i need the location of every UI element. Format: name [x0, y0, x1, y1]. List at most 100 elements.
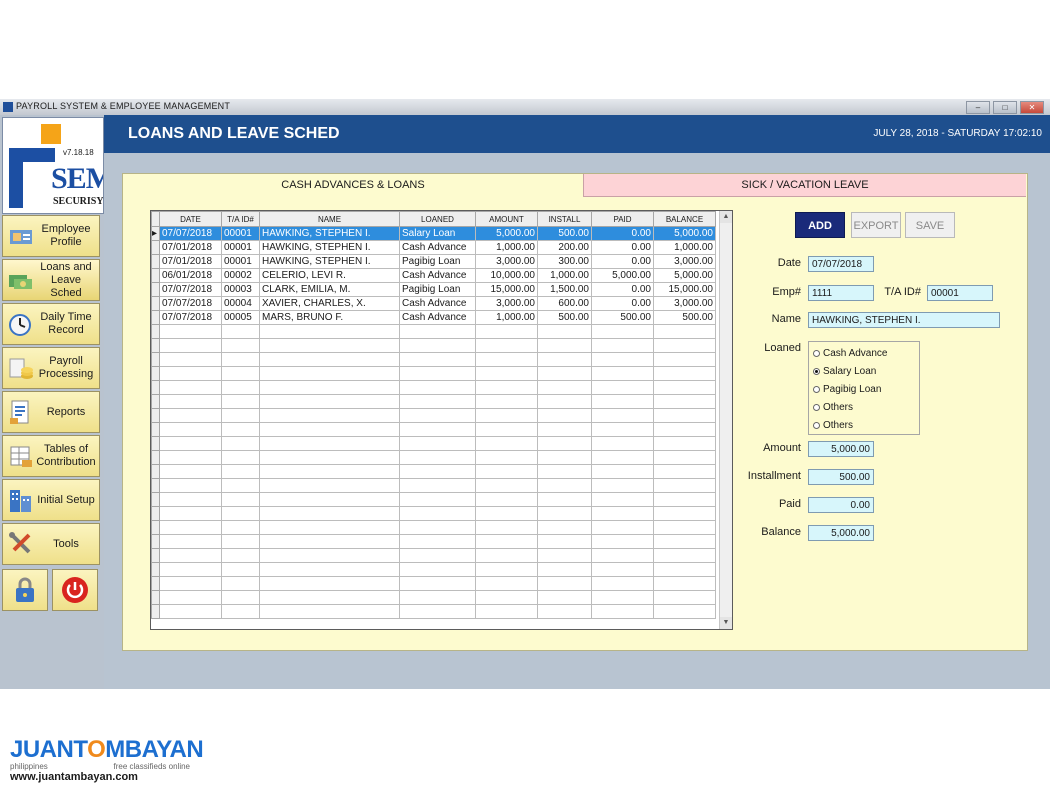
save-button[interactable]: SAVE: [905, 212, 955, 238]
table-row[interactable]: [151, 506, 716, 521]
column-header[interactable]: LOANED: [399, 211, 476, 227]
table-cell: [537, 520, 592, 535]
column-header[interactable]: AMOUNT: [475, 211, 538, 227]
date-field[interactable]: 07/07/2018: [808, 256, 874, 272]
radio-pagibig-loan[interactable]: Pagibig Loan: [813, 384, 881, 395]
sidebar-item-tools[interactable]: Tools: [2, 523, 100, 565]
add-button[interactable]: ADD: [795, 212, 845, 238]
sidebar-item-reports[interactable]: Reports: [2, 391, 100, 433]
table-row[interactable]: [151, 492, 716, 507]
table-row[interactable]: 07/07/2018 00004 XAVIER, CHARLES, X. Cash A…: [151, 296, 716, 311]
column-header[interactable]: NAME: [259, 211, 400, 227]
sidebar-item-employee-profile[interactable]: Employee Profile: [2, 215, 100, 257]
sidebar-item-initial-setup[interactable]: Initial Setup: [2, 479, 100, 521]
table-row[interactable]: [151, 380, 716, 395]
table-row[interactable]: 07/07/2018 00003 CLARK, EMILIA, M. Pagibig …: [151, 282, 716, 297]
name-field[interactable]: HAWKING, STEPHEN I.: [808, 312, 1000, 328]
table-cell: [221, 534, 260, 549]
radio-others-2[interactable]: Others: [813, 420, 853, 431]
table-cell: [399, 506, 476, 521]
table-row[interactable]: 07/01/2018 00001 HAWKING, STEPHEN I. Cash A…: [151, 240, 716, 255]
table-cell: [221, 324, 260, 339]
table-row[interactable]: [151, 338, 716, 353]
table-row[interactable]: [151, 366, 716, 381]
table-row[interactable]: [151, 562, 716, 577]
table-cell: [159, 590, 222, 605]
table-cell: [653, 436, 716, 451]
column-header[interactable]: PAID: [591, 211, 654, 227]
lock-button[interactable]: [2, 569, 48, 611]
table-cell: 5,000.00: [653, 226, 716, 241]
table-row[interactable]: [151, 534, 716, 549]
sidebar-item-loans[interactable]: Loans and Leave Sched: [2, 259, 100, 301]
table-cell: 07/07/2018: [159, 310, 222, 325]
row-indicator: [151, 268, 160, 283]
maximize-button[interactable]: □: [993, 101, 1017, 114]
column-header[interactable]: T/A ID#: [221, 211, 260, 227]
table-row[interactable]: [151, 590, 716, 605]
export-button[interactable]: EXPORT: [851, 212, 901, 238]
table-row[interactable]: ▸ 07/07/2018 00001 HAWKING, STEPHEN I. Salar…: [151, 226, 716, 241]
table-row[interactable]: [151, 352, 716, 367]
sidebar-item-tables-of-contribution[interactable]: Tables of Contribution: [2, 435, 100, 477]
table-cell: [259, 338, 400, 353]
scroll-down-icon[interactable]: ▼: [720, 617, 732, 629]
table-row[interactable]: [151, 478, 716, 493]
table-row[interactable]: [151, 422, 716, 437]
table-row[interactable]: [151, 324, 716, 339]
loans-grid[interactable]: DATE T/A ID# NAME LOANED AMOUNT INSTALL …: [150, 210, 733, 630]
table-row[interactable]: [151, 576, 716, 591]
column-header[interactable]: DATE: [159, 211, 222, 227]
table-cell: [159, 450, 222, 465]
installment-field[interactable]: 500.00: [808, 469, 874, 485]
radio-others-1[interactable]: Others: [813, 402, 853, 413]
tab-cash-advances-loans[interactable]: CASH ADVANCES & LOANS: [123, 174, 583, 196]
amount-field[interactable]: 5,000.00: [808, 441, 874, 457]
table-row[interactable]: [151, 394, 716, 409]
table-row[interactable]: [151, 520, 716, 535]
page-title: LOANS AND LEAVE SCHED: [128, 125, 340, 142]
paid-field[interactable]: 0.00: [808, 497, 874, 513]
column-header[interactable]: INSTALL: [537, 211, 592, 227]
grid-scrollbar[interactable]: ▲ ▼: [719, 211, 732, 629]
row-indicator: [151, 240, 160, 255]
table-cell: [591, 534, 654, 549]
table-cell: [221, 408, 260, 423]
table-row[interactable]: [151, 604, 716, 619]
minimize-button[interactable]: –: [966, 101, 990, 114]
app-icon: [3, 102, 13, 112]
table-cell: [537, 436, 592, 451]
table-cell: [399, 478, 476, 493]
sidebar-item-payroll-processing[interactable]: Payroll Processing: [2, 347, 100, 389]
table-row[interactable]: 07/01/2018 00001 HAWKING, STEPHEN I. Pagibi…: [151, 254, 716, 269]
table-row[interactable]: 07/07/2018 00005 MARS, BRUNO F. Cash Advanc…: [151, 310, 716, 325]
scroll-up-icon[interactable]: ▲: [720, 211, 732, 223]
table-row[interactable]: [151, 548, 716, 563]
table-cell: [259, 506, 400, 521]
ta-id-field[interactable]: 00001: [927, 285, 993, 301]
lock-icon: [16, 577, 34, 602]
table-cell: [591, 352, 654, 367]
sidebar-item-daily-time-record[interactable]: Daily Time Record: [2, 303, 100, 345]
table-row[interactable]: [151, 450, 716, 465]
table-cell: [591, 576, 654, 591]
column-header[interactable]: BALANCE: [653, 211, 716, 227]
table-cell: Salary Loan: [399, 226, 476, 241]
balance-field[interactable]: 5,000.00: [808, 525, 874, 541]
emp-field[interactable]: 1111: [808, 285, 874, 301]
tab-sick-vacation-leave[interactable]: SICK / VACATION LEAVE: [583, 174, 1026, 197]
close-button[interactable]: ✕: [1020, 101, 1044, 114]
table-header-row: DATE T/A ID# NAME LOANED AMOUNT INSTALL …: [151, 211, 716, 227]
radio-cash-advance[interactable]: Cash Advance: [813, 348, 888, 359]
table-cell: 07/01/2018: [159, 254, 222, 269]
radio-salary-loan[interactable]: Salary Loan: [813, 366, 876, 377]
table-cell: 00004: [221, 296, 260, 311]
table-row[interactable]: [151, 464, 716, 479]
table-row[interactable]: [151, 408, 716, 423]
table-cell: [399, 576, 476, 591]
table-cell: [591, 408, 654, 423]
table-row[interactable]: 06/01/2018 00002 CELERIO, LEVI R. Cash Adva…: [151, 268, 716, 283]
power-button[interactable]: [52, 569, 98, 611]
row-indicator: [151, 478, 160, 493]
table-row[interactable]: [151, 436, 716, 451]
